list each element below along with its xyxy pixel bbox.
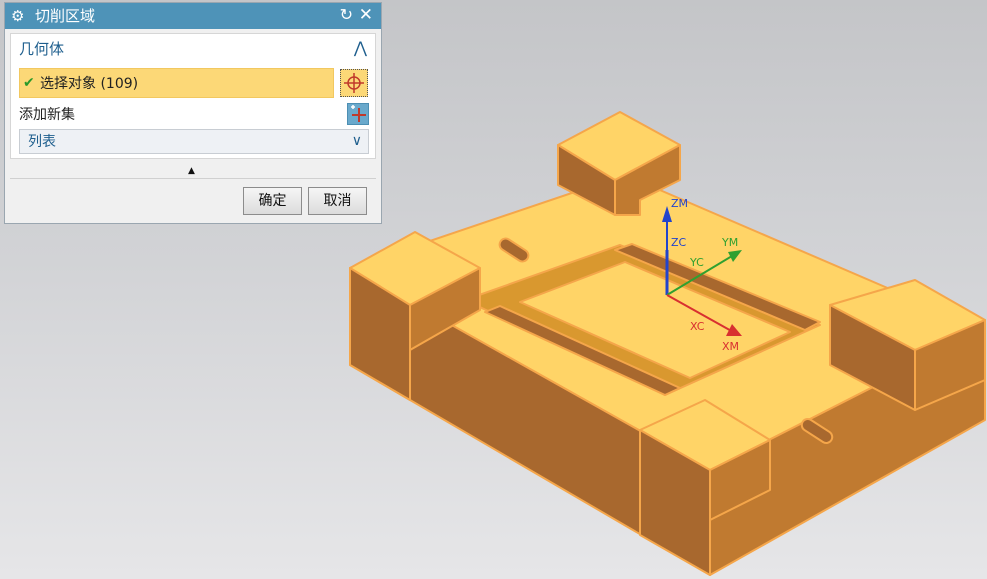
axis-label-zc: ZC <box>671 236 687 249</box>
group-title[interactable]: 几何体 <box>19 38 64 60</box>
axis-label-zm: ZM <box>671 197 688 210</box>
select-object-row[interactable]: ✔ 选择对象 (109) <box>19 68 334 98</box>
geometry-group: 几何体 ⋀ ✔ 选择对象 (109) 添加新集 列表 ∨ <box>10 33 376 159</box>
cut-area-dialog: ⚙ 切削区域 ↻ ✕ 几何体 ⋀ ✔ 选择对象 (109) 添加新集 列表 ∨ … <box>4 2 382 224</box>
more-options-bar[interactable]: ▲ <box>10 164 376 179</box>
close-icon[interactable]: ✕ <box>359 4 373 26</box>
select-object-button[interactable] <box>340 69 368 97</box>
axis-label-xm: XM <box>722 340 739 353</box>
dialog-title: 切削区域 <box>35 7 96 25</box>
add-new-set-label: 添加新集 <box>19 107 75 123</box>
axis-label-yc: YC <box>689 256 704 269</box>
expand-arrow-icon: ▲ <box>188 166 195 176</box>
ok-button[interactable]: 确定 <box>243 187 302 215</box>
list-toggle[interactable]: 列表 ∨ <box>19 129 369 154</box>
gear-icon[interactable]: ⚙ <box>11 6 24 26</box>
axis-label-xc: XC <box>690 320 705 333</box>
dialog-titlebar[interactable]: ⚙ 切削区域 ↻ ✕ <box>5 3 381 29</box>
reset-icon[interactable]: ↻ <box>340 5 353 25</box>
cancel-button[interactable]: 取消 <box>308 187 367 215</box>
add-new-set-button[interactable] <box>347 103 369 125</box>
chevron-up-icon[interactable]: ⋀ <box>354 37 367 59</box>
crosshair-icon <box>344 73 364 93</box>
axis-label-ym: YM <box>721 236 738 249</box>
select-object-label: 选择对象 (109) <box>40 76 139 92</box>
chevron-down-icon: ∨ <box>351 133 362 149</box>
add-set-icon <box>351 105 366 122</box>
check-icon: ✔ <box>23 75 35 91</box>
list-label: 列表 <box>28 134 56 150</box>
